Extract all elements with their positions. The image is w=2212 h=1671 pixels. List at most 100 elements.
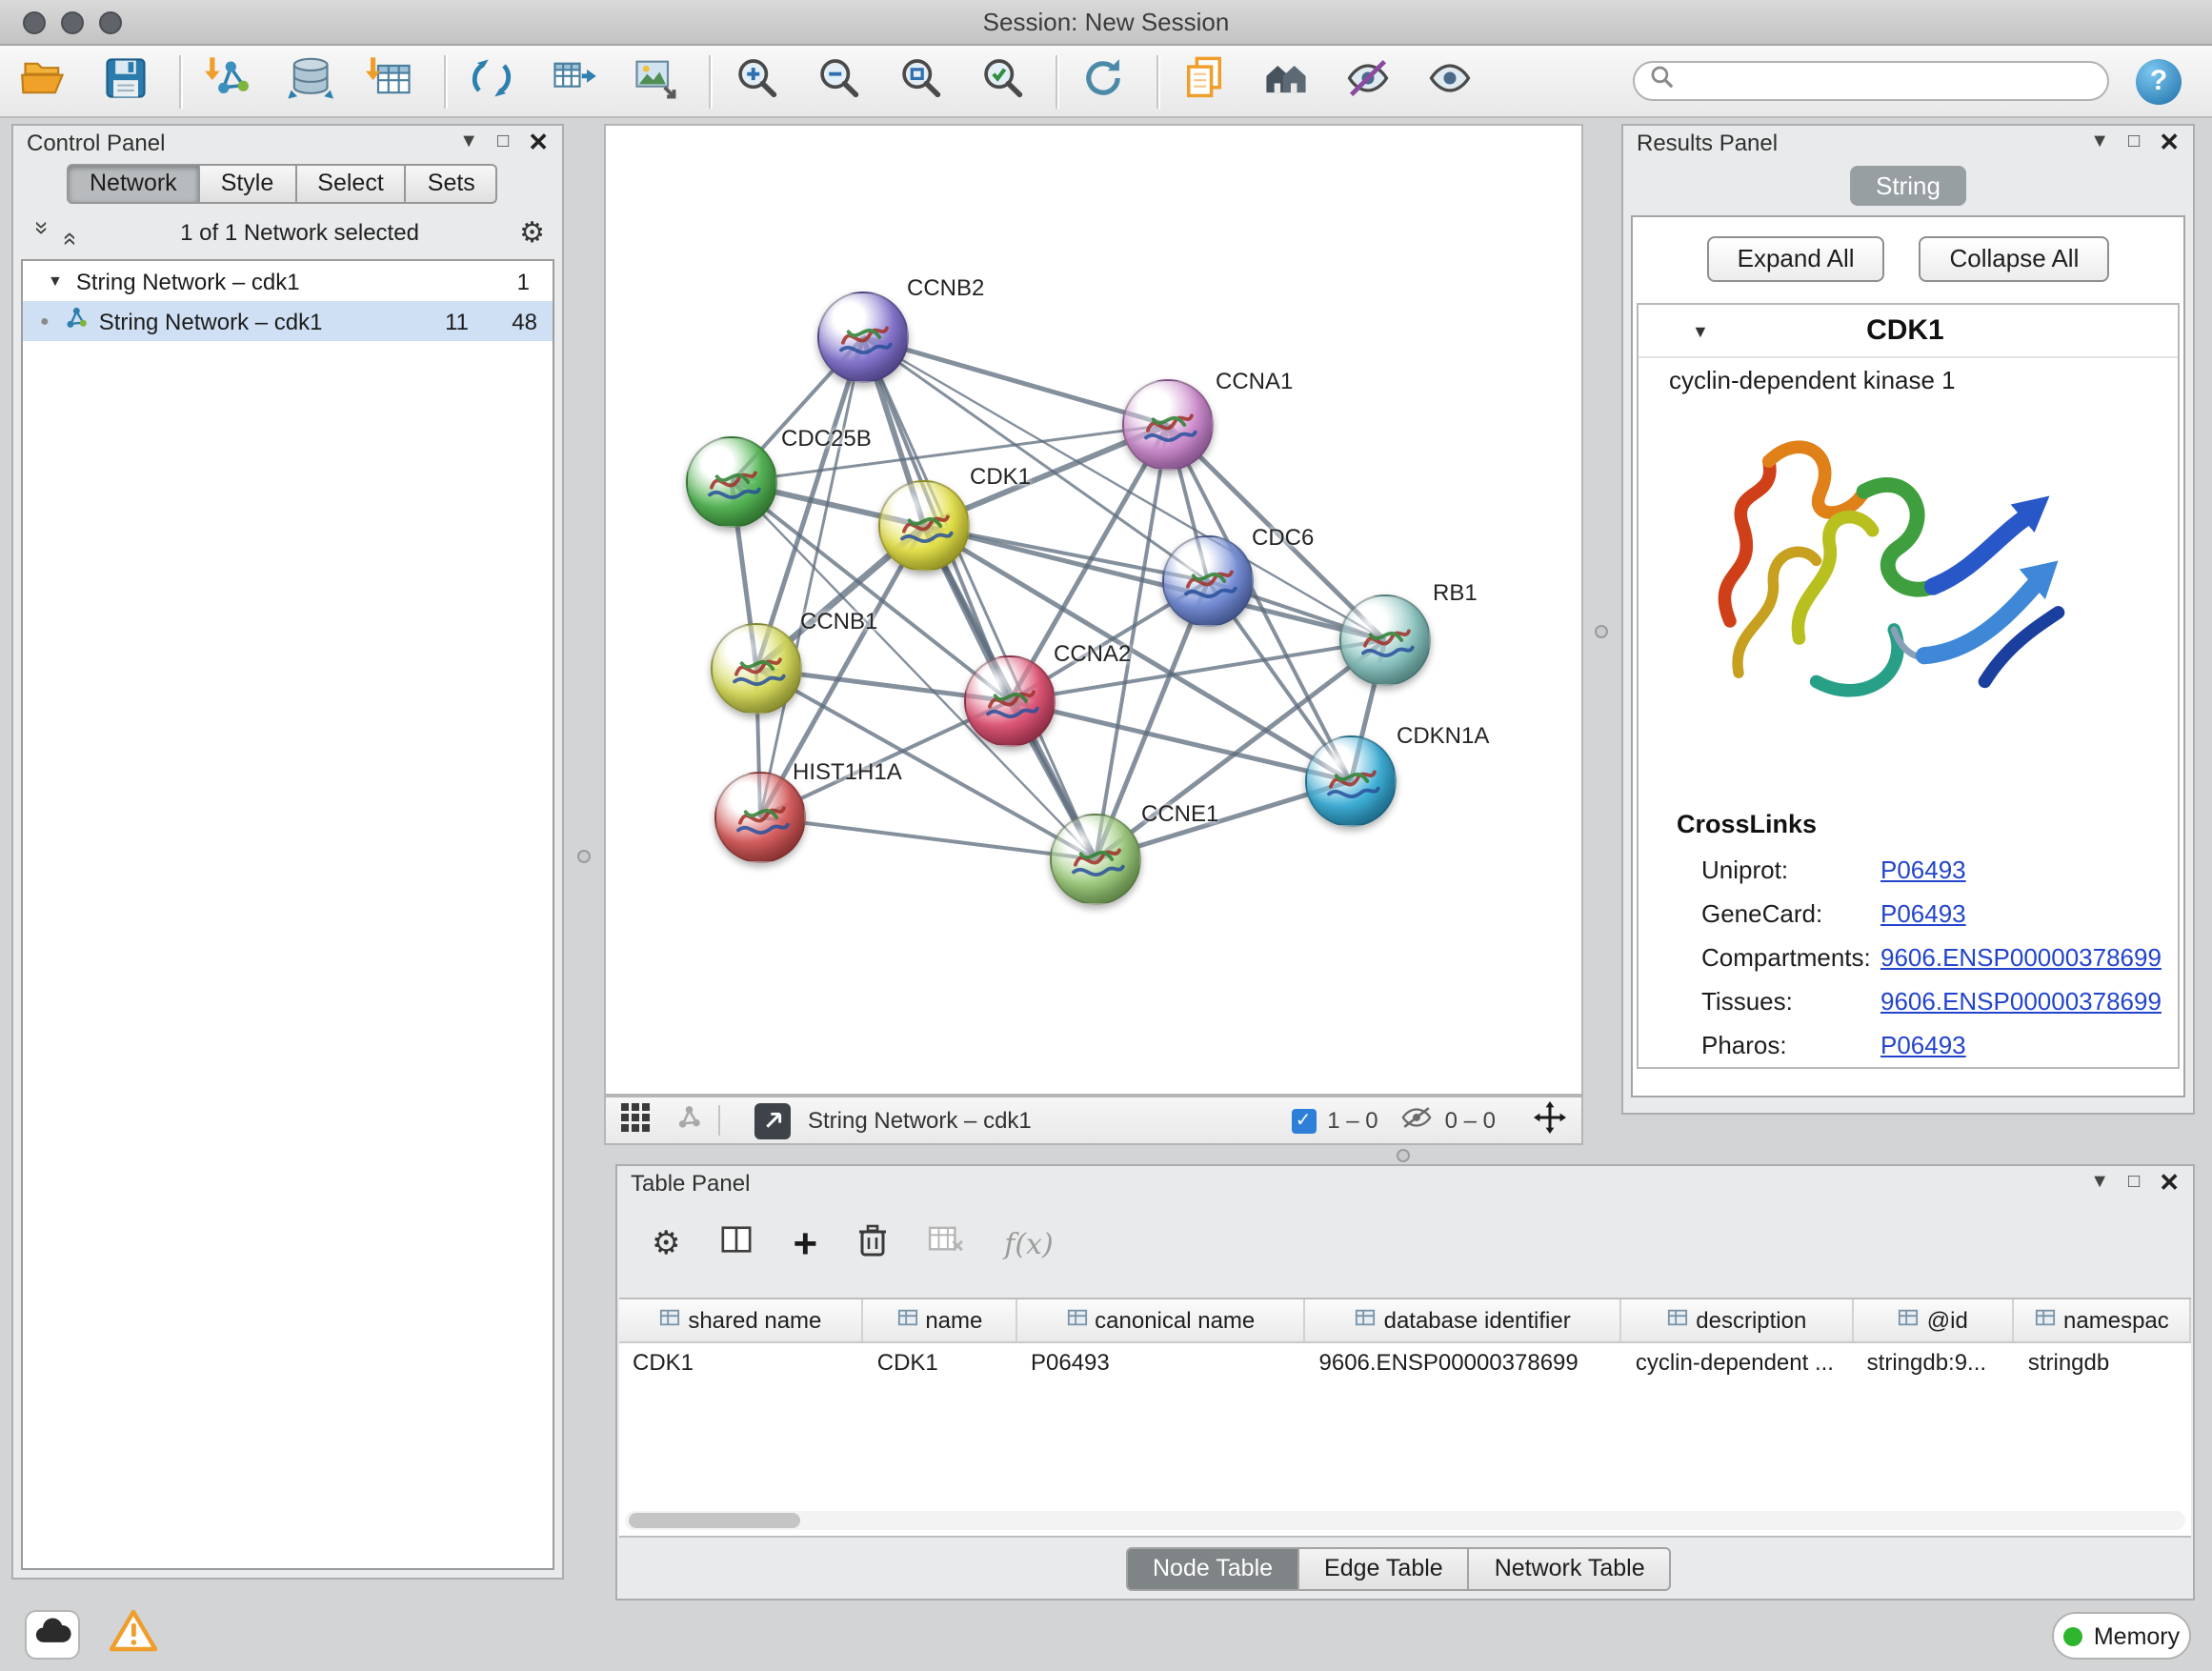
column-header-database-identifier[interactable]: database identifier — [1306, 1299, 1622, 1341]
float-panel-icon[interactable]: □ — [497, 132, 509, 151]
warnings-button[interactable] — [105, 1610, 160, 1660]
cloud-status-button[interactable] — [25, 1610, 80, 1660]
tab-node-table[interactable]: Node Table — [1126, 1547, 1299, 1591]
network-node-ccnb1[interactable] — [711, 623, 802, 715]
help-button[interactable]: ? — [2136, 58, 2182, 104]
hidden-eye-slash-icon[interactable] — [1401, 1105, 1434, 1136]
close-panel-icon[interactable]: ✕ — [2159, 1171, 2180, 1194]
network-node-rb1[interactable] — [1339, 594, 1431, 686]
grid-view-icon[interactable] — [621, 1103, 650, 1137]
float-panel-icon[interactable]: □ — [2128, 132, 2140, 151]
tab-edge-table[interactable]: Edge Table — [1299, 1547, 1470, 1591]
network-edge[interactable] — [760, 817, 1096, 859]
first-neighbors-button[interactable] — [1257, 52, 1315, 110]
add-column-plus-icon[interactable]: + — [794, 1225, 818, 1263]
network-node-cdc25b[interactable] — [686, 436, 777, 528]
network-edge[interactable] — [760, 337, 863, 817]
column-header-description[interactable]: description — [1622, 1299, 1854, 1341]
cell-canonical-name[interactable]: P06493 — [1017, 1349, 1306, 1376]
show-columns-icon[interactable] — [721, 1223, 754, 1265]
crosslink-link[interactable]: 9606.ENSP00000378699 — [1880, 943, 2162, 972]
tab-sets[interactable]: Sets — [407, 164, 498, 204]
expand-all-button[interactable]: Expand All — [1707, 236, 1885, 282]
selected-checkbox-icon[interactable]: ✓ — [1291, 1108, 1316, 1133]
protein-section-header[interactable]: ▼ CDK1 — [1639, 305, 2178, 358]
save-session-button[interactable] — [97, 52, 154, 110]
scrollbar-thumb[interactable] — [629, 1513, 800, 1528]
zoom-out-button[interactable] — [810, 52, 867, 110]
network-node-ccnb2[interactable] — [817, 292, 909, 383]
crosslink-link[interactable]: 9606.ENSP00000378699 — [1880, 987, 2162, 1016]
open-in-new-window-button[interactable] — [754, 1102, 791, 1138]
collapse-all-button[interactable]: Collapse All — [1920, 236, 2110, 282]
close-panel-icon[interactable]: ✕ — [528, 131, 549, 153]
network-canvas[interactable]: CCNB2CCNA1CDC25BCDK1CDC6RB1CCNB1CCNA2CDK… — [604, 124, 1583, 1096]
network-node-ccna1[interactable] — [1122, 379, 1214, 471]
copy-document-button[interactable] — [1176, 52, 1233, 110]
column-header-shared-name[interactable]: shared name — [619, 1299, 864, 1341]
import-network-from-database-button[interactable] — [280, 52, 337, 110]
right-splitter-handle[interactable] — [1595, 625, 1608, 638]
cell-id[interactable]: stringdb:9... — [1854, 1349, 2015, 1376]
import-network-from-file-button[interactable] — [198, 52, 255, 110]
panel-menu-icon[interactable]: ▼ — [2090, 1173, 2109, 1192]
bottom-splitter-handle[interactable] — [1397, 1149, 1410, 1162]
column-header-namespace[interactable]: namespac — [2015, 1299, 2191, 1341]
zoom-fit-button[interactable] — [892, 52, 949, 110]
cell-description[interactable]: cyclin-dependent ... — [1622, 1349, 1854, 1376]
horizontal-scrollbar[interactable] — [625, 1511, 2185, 1530]
open-session-button[interactable] — [15, 52, 72, 110]
string-tab-badge[interactable]: String — [1849, 166, 1967, 206]
network-node-cdkn1a[interactable] — [1305, 735, 1397, 827]
tab-style[interactable]: Style — [200, 164, 297, 204]
network-item-row[interactable]: ● String Network – cdk1 11 48 — [23, 301, 553, 341]
expand-all-icon[interactable]: » — [53, 220, 82, 245]
left-splitter-handle[interactable] — [577, 850, 591, 863]
cell-database-identifier[interactable]: 9606.ENSP00000378699 — [1306, 1349, 1622, 1376]
apply-layout-button[interactable] — [1075, 52, 1132, 110]
tab-select[interactable]: Select — [296, 164, 407, 204]
cell-namespace[interactable]: stringdb — [2015, 1349, 2191, 1376]
float-panel-icon[interactable]: □ — [2128, 1173, 2140, 1192]
close-panel-icon[interactable]: ✕ — [2159, 131, 2180, 153]
show-all-button[interactable] — [1421, 52, 1478, 110]
delete-column-trash-icon[interactable] — [857, 1222, 888, 1266]
network-node-cdc6[interactable] — [1162, 535, 1254, 627]
network-view-mode-icon[interactable] — [673, 1103, 701, 1137]
table-options-gear-icon[interactable]: ⚙ — [652, 1225, 681, 1263]
network-collection-row[interactable]: ▼ String Network – cdk1 1 — [23, 261, 553, 301]
column-header-id[interactable]: @id — [1854, 1299, 2015, 1341]
tab-network-table[interactable]: Network Table — [1470, 1547, 1672, 1591]
tab-network[interactable]: Network — [67, 164, 200, 204]
new-network-button[interactable] — [463, 52, 520, 110]
zoom-selected-button[interactable] — [974, 52, 1031, 110]
collection-count: 1 — [517, 268, 530, 294]
import-table-from-file-button[interactable] — [362, 52, 419, 110]
network-options-gear-icon[interactable]: ⚙ — [519, 215, 545, 250]
crosslink-link[interactable]: P06493 — [1880, 1031, 1966, 1059]
collapse-section-caret-icon[interactable]: ▼ — [1692, 321, 1709, 340]
panel-menu-icon[interactable]: ▼ — [2090, 132, 2109, 151]
column-header-name[interactable]: name — [864, 1299, 1017, 1341]
network-node-ccne1[interactable] — [1050, 814, 1141, 905]
network-edge[interactable] — [1010, 701, 1351, 781]
network-node-ccna2[interactable] — [964, 655, 1056, 747]
export-image-button[interactable] — [627, 52, 684, 110]
table-row[interactable]: CDK1 CDK1 P06493 9606.ENSP00000378699 cy… — [619, 1343, 2191, 1381]
column-header-canonical-name[interactable]: canonical name — [1017, 1299, 1306, 1341]
network-node-cdk1[interactable] — [878, 480, 970, 572]
network-edge[interactable] — [863, 337, 1168, 425]
crosslink-link[interactable]: P06493 — [1880, 899, 1966, 928]
memory-button[interactable]: Memory — [2052, 1612, 2191, 1660]
hide-selected-button[interactable] — [1339, 52, 1397, 110]
birds-eye-crosshair-icon[interactable] — [1534, 1101, 1566, 1139]
cell-name[interactable]: CDK1 — [864, 1349, 1017, 1376]
zoom-in-button[interactable] — [728, 52, 785, 110]
crosslink-link[interactable]: P06493 — [1880, 856, 1966, 884]
search-input[interactable] — [1684, 66, 2092, 96]
network-from-table-button[interactable] — [545, 52, 602, 110]
tree-expand-caret-icon[interactable]: ▼ — [48, 272, 63, 290]
panel-menu-icon[interactable]: ▼ — [459, 132, 478, 151]
network-node-hist1h1a[interactable] — [714, 772, 806, 863]
cell-shared-name[interactable]: CDK1 — [619, 1349, 864, 1376]
